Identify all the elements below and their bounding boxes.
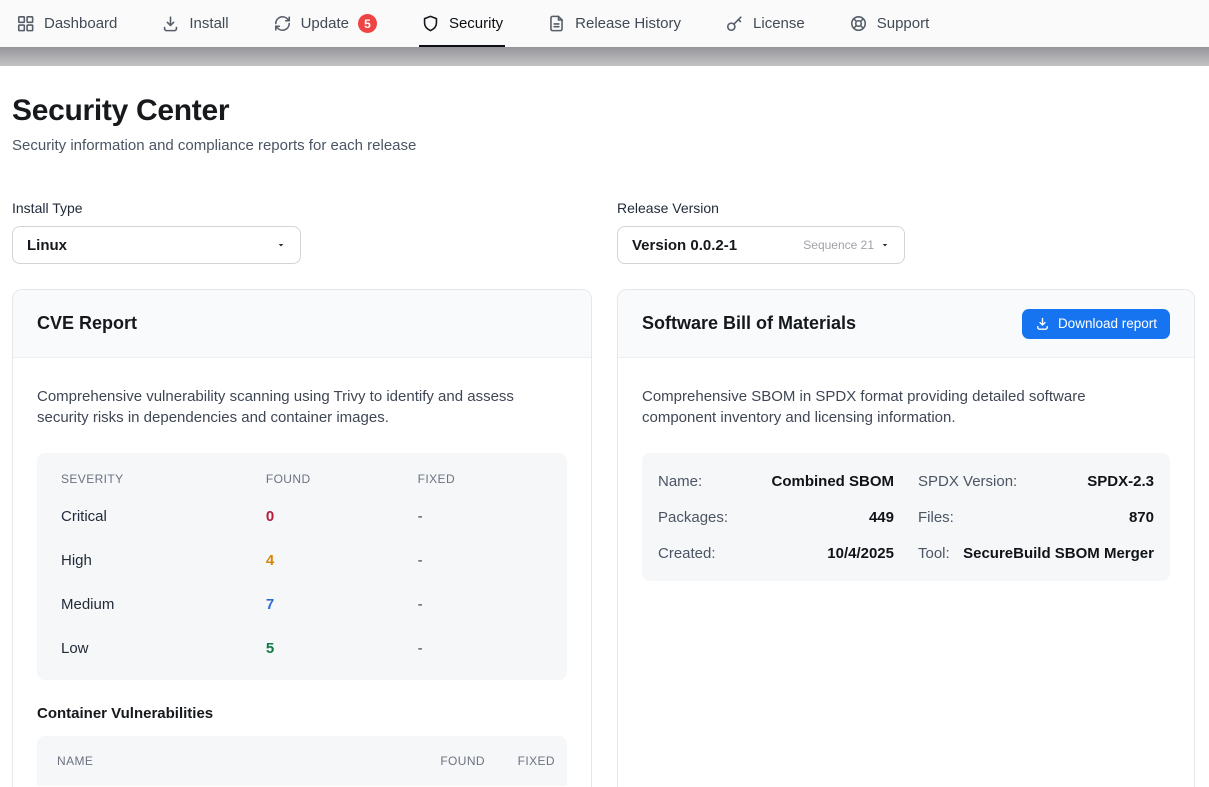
fixed-column-header: FIXED <box>418 472 543 486</box>
cve-report-title: CVE Report <box>37 313 137 334</box>
nav-label: License <box>753 15 805 32</box>
sbom-detail-tool: Tool: SecureBuild SBOM Merger <box>918 535 1154 571</box>
sbom-description: Comprehensive SBOM in SPDX format provid… <box>642 386 1162 428</box>
download-icon <box>1035 316 1050 331</box>
sbom-detail-packages: Packages: 449 <box>658 499 894 535</box>
severity-label: High <box>61 552 266 569</box>
release-version-select[interactable]: Version 0.0.2-1 Sequence 21 <box>617 226 905 264</box>
lifebuoy-icon <box>849 14 868 33</box>
table-row: Low 5 - <box>37 626 567 670</box>
sbom-detail-name: Name: Combined SBOM <box>658 463 894 499</box>
nav-label: Release History <box>575 15 681 32</box>
release-version-label: Release Version <box>617 200 1195 216</box>
sbom-body: Comprehensive SBOM in SPDX format provid… <box>618 358 1194 605</box>
fixed-count: - <box>418 640 543 657</box>
name-column-header: NAME <box>57 754 405 768</box>
found-count: 0 <box>266 508 418 525</box>
severity-label: Medium <box>61 596 266 613</box>
severity-column-header: SEVERITY <box>61 472 266 486</box>
nav-label: Update <box>301 15 349 32</box>
container-vulnerabilities-table-header: NAME FOUND FIXED <box>37 736 567 786</box>
cve-report-body: Comprehensive vulnerability scanning usi… <box>13 358 591 787</box>
download-report-button[interactable]: Download report <box>1022 309 1170 339</box>
nav-label: Security <box>449 15 503 32</box>
fixed-count: - <box>418 596 543 613</box>
found-count: 7 <box>266 596 418 613</box>
main-content: Security Center Security information and… <box>0 94 1209 787</box>
detail-value: SecureBuild SBOM Merger <box>963 545 1154 562</box>
download-icon <box>161 14 180 33</box>
page-title: Security Center <box>12 94 1195 128</box>
page-subtitle: Security information and compliance repo… <box>12 137 1195 154</box>
nav-item-dashboard[interactable]: Dashboard <box>16 0 117 47</box>
update-count-badge: 5 <box>358 14 377 33</box>
nav-item-install[interactable]: Install <box>161 0 228 47</box>
nav-item-release-history[interactable]: Release History <box>547 0 681 47</box>
severity-table-header: SEVERITY FOUND FIXED <box>37 453 567 494</box>
install-type-select[interactable]: Linux <box>12 226 301 264</box>
sbom-details-panel: Name: Combined SBOM SPDX Version: SPDX-2… <box>642 453 1170 581</box>
sbom-detail-spdx-version: SPDX Version: SPDX-2.3 <box>918 463 1154 499</box>
detail-label: Packages: <box>658 509 728 526</box>
detail-value: 10/4/2025 <box>827 545 894 562</box>
nav-label: Install <box>189 15 228 32</box>
sbom-header: Software Bill of Materials Download repo… <box>618 290 1194 358</box>
sbom-detail-created: Created: 10/4/2025 <box>658 535 894 571</box>
cards-row: CVE Report Comprehensive vulnerability s… <box>12 289 1195 787</box>
severity-label: Low <box>61 640 266 657</box>
install-type-filter: Install Type Linux <box>12 200 592 264</box>
sbom-card: Software Bill of Materials Download repo… <box>617 289 1195 787</box>
download-report-label: Download report <box>1058 316 1157 331</box>
found-column-header: FOUND <box>266 472 418 486</box>
detail-value: Combined SBOM <box>772 473 895 490</box>
release-version-value: Version 0.0.2-1 <box>632 237 737 254</box>
detail-value: 449 <box>869 509 894 526</box>
shield-icon <box>421 14 440 33</box>
nav-item-license[interactable]: License <box>725 0 805 47</box>
found-column-header: FOUND <box>423 754 485 768</box>
release-version-right: Sequence 21 <box>803 238 890 252</box>
filters-row: Install Type Linux Release Version Versi… <box>12 200 1195 264</box>
sbom-detail-files: Files: 870 <box>918 499 1154 535</box>
fixed-column-header: FIXED <box>503 754 555 768</box>
nav-label: Support <box>877 15 930 32</box>
document-icon <box>547 14 566 33</box>
nav-label: Dashboard <box>44 15 117 32</box>
detail-value: SPDX-2.3 <box>1087 473 1154 490</box>
release-version-filter: Release Version Version 0.0.2-1 Sequence… <box>617 200 1195 264</box>
install-type-label: Install Type <box>12 200 592 216</box>
detail-label: Created: <box>658 545 716 562</box>
key-icon <box>725 14 744 33</box>
refresh-icon <box>273 14 292 33</box>
cve-report-header: CVE Report <box>13 290 591 358</box>
severity-label: Critical <box>61 508 266 525</box>
window-divider-band <box>0 47 1209 66</box>
fixed-count: - <box>418 552 543 569</box>
detail-label: Name: <box>658 473 702 490</box>
top-navigation: Dashboard Install Update 5 Security Rele… <box>0 0 1209 47</box>
severity-table: SEVERITY FOUND FIXED Critical 0 - High 4… <box>37 453 567 680</box>
table-row: High 4 - <box>37 538 567 582</box>
found-count: 4 <box>266 552 418 569</box>
fixed-count: - <box>418 508 543 525</box>
chevron-down-icon <box>880 240 890 250</box>
detail-label: Tool: <box>918 545 950 562</box>
detail-label: Files: <box>918 509 954 526</box>
table-row: Critical 0 - <box>37 494 567 538</box>
cve-report-card: CVE Report Comprehensive vulnerability s… <box>12 289 592 787</box>
container-vulnerabilities-title: Container Vulnerabilities <box>37 705 567 722</box>
dashboard-grid-icon <box>16 14 35 33</box>
cve-report-description: Comprehensive vulnerability scanning usi… <box>37 386 557 428</box>
chevron-down-icon <box>276 240 286 250</box>
table-row: Medium 7 - <box>37 582 567 626</box>
release-sequence-label: Sequence 21 <box>803 238 874 252</box>
nav-item-update[interactable]: Update 5 <box>273 0 377 47</box>
found-count: 5 <box>266 640 418 657</box>
nav-item-security[interactable]: Security <box>421 0 503 47</box>
sbom-title: Software Bill of Materials <box>642 313 856 334</box>
detail-label: SPDX Version: <box>918 473 1017 490</box>
detail-value: 870 <box>1129 509 1154 526</box>
install-type-value: Linux <box>27 237 67 254</box>
nav-item-support[interactable]: Support <box>849 0 930 47</box>
